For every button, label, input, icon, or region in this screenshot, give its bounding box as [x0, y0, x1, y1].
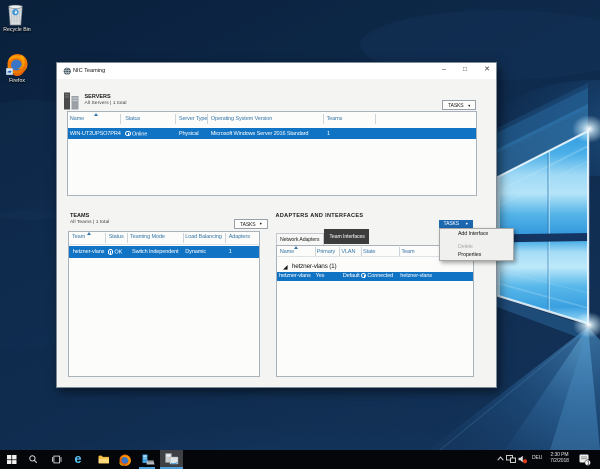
svg-text:1: 1 [587, 461, 590, 466]
